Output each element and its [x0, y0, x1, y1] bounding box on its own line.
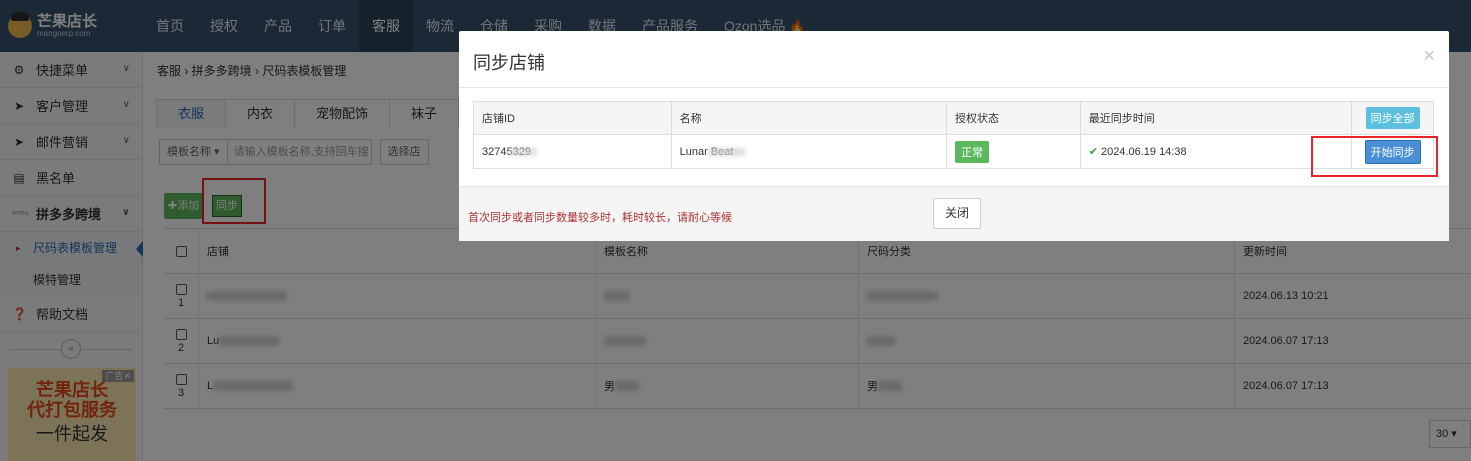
- modal-title: 同步店铺: [473, 53, 545, 73]
- cell-auth-status: 正常: [947, 135, 1081, 168]
- shop-row: 32745329 Lunar Beat 正常 ✔ 2024.06.19 14:38…: [474, 135, 1433, 168]
- highlight-start-sync: [1311, 136, 1438, 177]
- col-actions: 同步全部: [1352, 102, 1433, 134]
- col-shop-id: 店铺ID: [474, 102, 672, 134]
- status-badge: 正常: [955, 140, 989, 163]
- redacted-text: [508, 147, 537, 156]
- shop-sync-table: 店铺ID 名称 授权状态 最近同步时间 同步全部 32745329 Lunar …: [473, 101, 1434, 169]
- modal-footer: 首次同步或者同步数量较多时，耗时较长，请耐心等候 关闭: [459, 186, 1449, 241]
- check-icon: ✔: [1088, 146, 1098, 158]
- col-last-sync: 最近同步时间: [1081, 102, 1353, 134]
- col-shop-name: 名称: [672, 102, 947, 134]
- cell-shop-id: 32745329: [474, 135, 672, 168]
- sync-all-button[interactable]: 同步全部: [1365, 107, 1420, 129]
- close-button[interactable]: 关闭: [933, 198, 981, 229]
- cell-shop-name: Lunar Beat: [672, 135, 947, 168]
- redacted-text: [709, 147, 746, 156]
- footer-note: 首次同步或者同步数量较多时，耗时较长，请耐心等候: [468, 212, 732, 224]
- close-icon[interactable]: ×: [1423, 45, 1435, 68]
- sync-shop-modal: 同步店铺 × 店铺ID 名称 授权状态 最近同步时间 同步全部 32745329…: [459, 31, 1449, 241]
- shop-table-header: 店铺ID 名称 授权状态 最近同步时间 同步全部: [474, 102, 1433, 135]
- modal-divider: [459, 87, 1449, 88]
- col-auth-status: 授权状态: [947, 102, 1081, 134]
